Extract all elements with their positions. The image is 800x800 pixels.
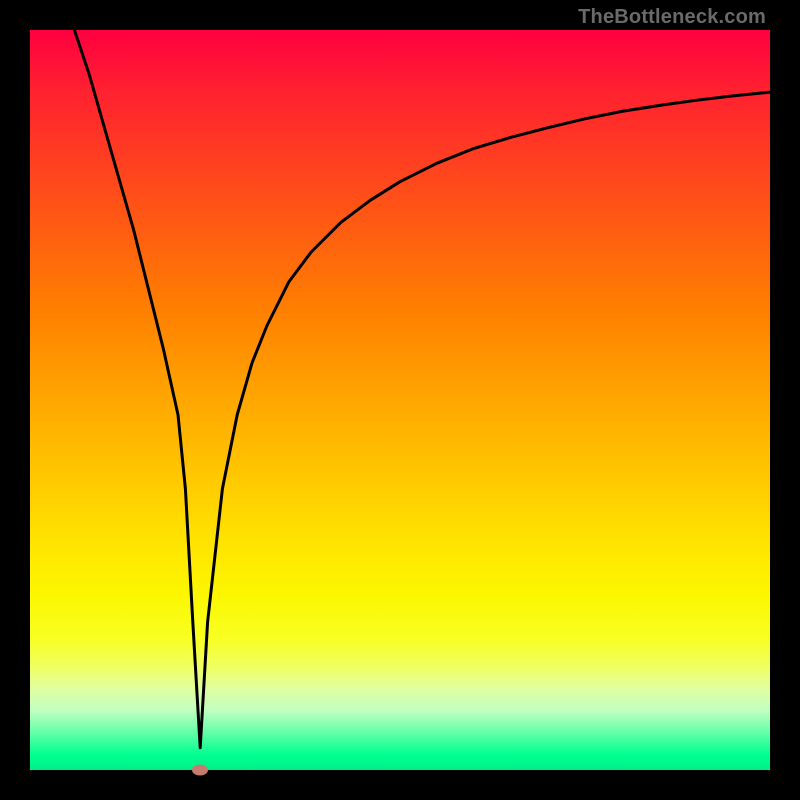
bottleneck-curve — [74, 30, 770, 748]
watermark-text: TheBottleneck.com — [578, 6, 766, 29]
minimum-marker — [192, 765, 208, 776]
curve-svg — [30, 30, 770, 770]
chart-frame: TheBottleneck.com — [0, 0, 800, 800]
plot-area — [30, 30, 770, 770]
